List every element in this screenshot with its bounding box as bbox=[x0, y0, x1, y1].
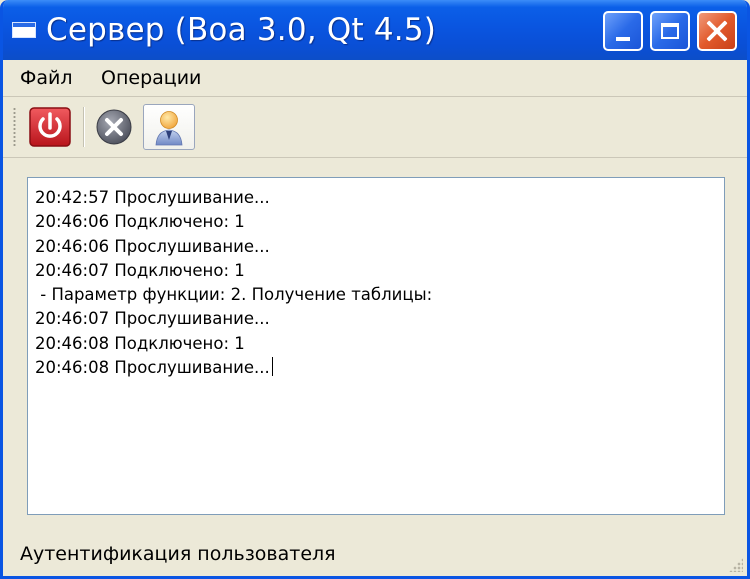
text-caret bbox=[271, 357, 273, 377]
log-output[interactable]: 20:42:57 Прослушивание... 20:46:06 Подкл… bbox=[27, 177, 725, 515]
stop-icon bbox=[96, 109, 132, 145]
power-icon bbox=[29, 107, 71, 147]
toolbar-separator bbox=[83, 107, 85, 147]
window-title: Сервер (Boa 3.0, Qt 4.5) bbox=[46, 12, 437, 48]
close-button[interactable] bbox=[697, 11, 737, 51]
menu-file[interactable]: Файл bbox=[20, 67, 73, 89]
menu-bar: Файл Операции bbox=[3, 60, 747, 97]
toolbar-grip[interactable] bbox=[13, 107, 16, 147]
minimize-icon bbox=[616, 37, 630, 41]
close-icon bbox=[705, 19, 729, 43]
log-line: 20:46:06 Подключено: 1 bbox=[35, 212, 245, 232]
log-line: 20:42:57 Прослушивание... bbox=[35, 188, 270, 207]
status-bar: Аутентификация пользователя bbox=[3, 532, 747, 576]
log-line: 20:46:07 Прослушивание... bbox=[35, 309, 270, 329]
power-button[interactable] bbox=[27, 105, 73, 149]
log-line: - Параметр функции: 2. Получение таблицы… bbox=[35, 285, 433, 305]
log-line: 20:46:07 Подключено: 1 bbox=[35, 260, 245, 280]
user-icon bbox=[155, 111, 183, 146]
log-line-last: 20:46:08 Прослушивание... bbox=[35, 356, 724, 380]
toolbar bbox=[3, 97, 747, 158]
user-auth-button[interactable] bbox=[143, 104, 195, 150]
menu-operations[interactable]: Операции bbox=[101, 67, 201, 89]
server-window: Сервер (Boa 3.0, Qt 4.5) Файл Операции 2… bbox=[0, 0, 750, 579]
app-window-icon bbox=[12, 22, 36, 38]
resize-grip-icon[interactable] bbox=[729, 558, 743, 572]
minimize-button[interactable] bbox=[603, 11, 643, 51]
log-line: 20:46:06 Прослушивание... bbox=[35, 236, 270, 256]
maximize-button[interactable] bbox=[650, 11, 690, 51]
title-bar[interactable]: Сервер (Boa 3.0, Qt 4.5) bbox=[3, 0, 747, 60]
log-line-text: 20:46:08 Прослушивание... bbox=[35, 358, 270, 378]
maximize-icon bbox=[661, 23, 679, 39]
stop-button[interactable] bbox=[91, 105, 137, 149]
status-text: Аутентификация пользователя bbox=[20, 543, 336, 565]
log-line: 20:46:08 Подключено: 1 bbox=[35, 333, 245, 353]
